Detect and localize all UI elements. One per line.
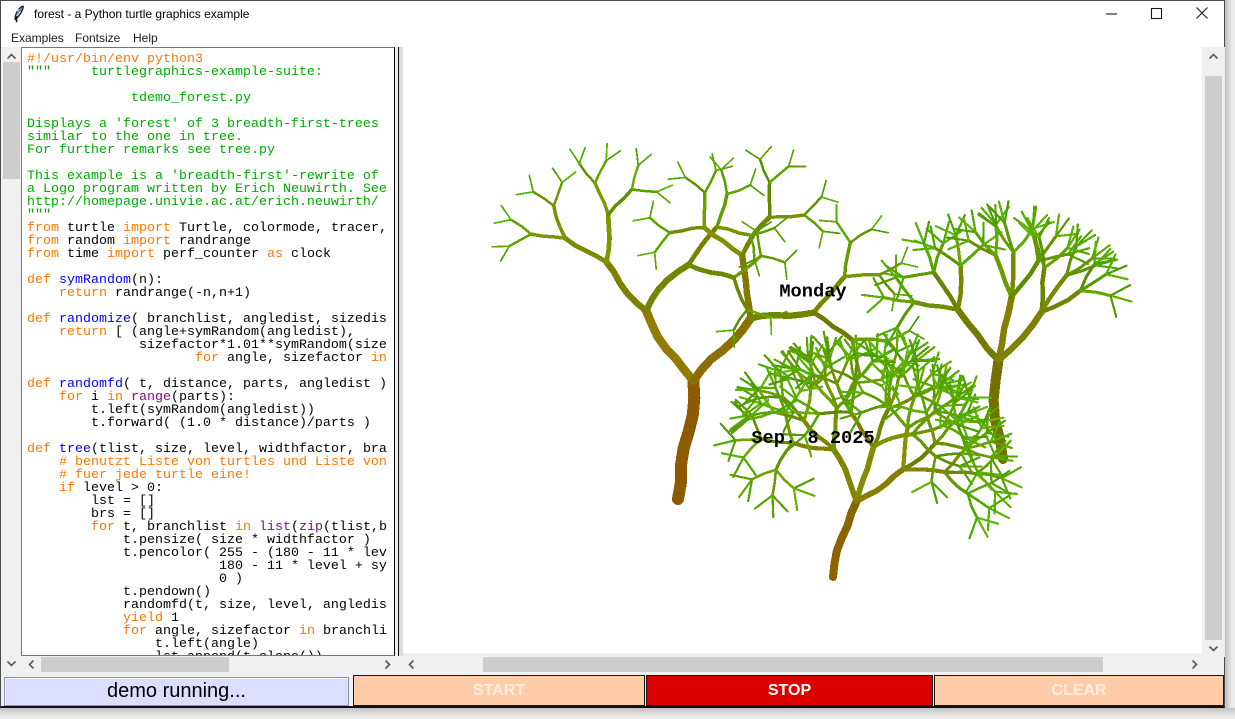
svg-text:Monday: Monday	[779, 281, 846, 303]
svg-text:Sep. 8 2025: Sep. 8 2025	[751, 427, 874, 449]
